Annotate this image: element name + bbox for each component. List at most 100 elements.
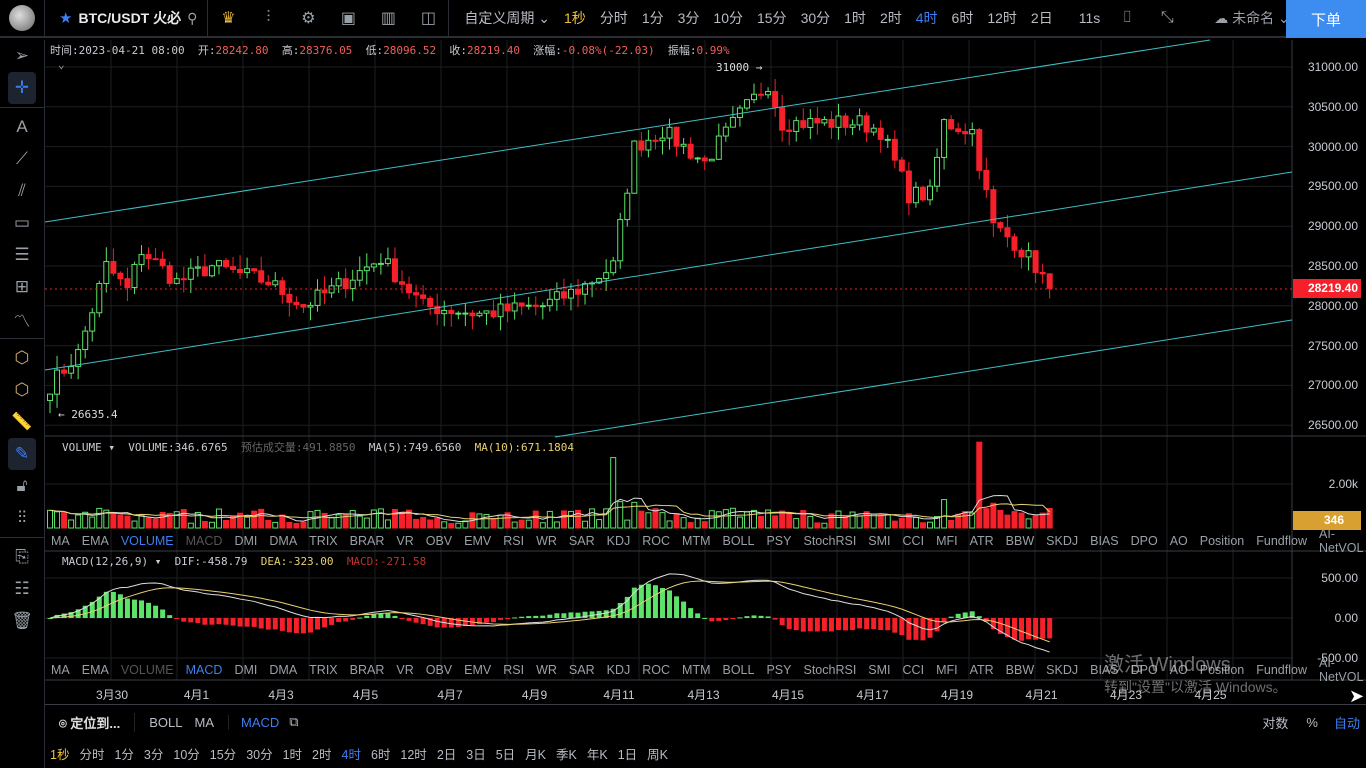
- indicator-tab-obv[interactable]: OBV: [420, 534, 458, 548]
- indicator-tab-ao[interactable]: AO: [1164, 663, 1194, 677]
- indicator-tab-vr[interactable]: VR: [390, 534, 419, 548]
- log-scale-button[interactable]: 对数: [1262, 713, 1306, 732]
- indicator-tab-dma[interactable]: DMA: [263, 534, 303, 548]
- bottom-period-15[interactable]: 月K: [520, 744, 551, 763]
- auto-scale-button[interactable]: 自动: [1334, 713, 1366, 732]
- bottom-period-3[interactable]: 3分: [139, 744, 168, 763]
- indicator-tab-trix[interactable]: TRIX: [303, 663, 343, 677]
- indicator-tab-skdj[interactable]: SKDJ: [1040, 663, 1084, 677]
- indicator-tab-sar[interactable]: SAR: [563, 663, 601, 677]
- indicator-tab-stochrsi[interactable]: StochRSI: [797, 663, 862, 677]
- bottom-period-17[interactable]: 年K: [582, 744, 613, 763]
- indicator-tab-ma[interactable]: MA: [45, 534, 76, 548]
- indicator-tab-position[interactable]: Position: [1194, 663, 1250, 677]
- indicator-tab-roc[interactable]: ROC: [636, 534, 676, 548]
- indicator-tab-bias[interactable]: BIAS: [1084, 663, 1125, 677]
- bottom-period-14[interactable]: 5日: [491, 744, 520, 763]
- bottom-period-12[interactable]: 2日: [432, 744, 461, 763]
- indicator-tab-dmi[interactable]: DMI: [228, 663, 263, 677]
- indicator-tab-bbw[interactable]: BBW: [1000, 534, 1040, 548]
- indicator-tab-smi[interactable]: SMI: [862, 663, 896, 677]
- indicator-tab-brar[interactable]: BRAR: [344, 534, 391, 548]
- indicator-tab-macd[interactable]: MACD: [180, 663, 229, 677]
- indicator-tab-fundflow[interactable]: Fundflow: [1250, 534, 1313, 548]
- indicator-tab-atr[interactable]: ATR: [964, 663, 1000, 677]
- indicator-tab-position[interactable]: Position: [1194, 534, 1250, 548]
- indicator-tab-brar[interactable]: BRAR: [344, 663, 391, 677]
- bottom-period-8[interactable]: 2时: [307, 744, 336, 763]
- bottom-period-0[interactable]: 1秒: [45, 744, 74, 763]
- bottom-period-16[interactable]: 季K: [551, 744, 582, 763]
- indicator-tab-ai-netvol[interactable]: AI-NetVOL: [1313, 656, 1366, 684]
- macd-dropdown[interactable]: MACD(12,26,9) ▾: [62, 555, 161, 568]
- candle: [377, 262, 384, 265]
- channel-middle[interactable]: [44, 171, 1293, 371]
- indicator-tab-cci[interactable]: CCI: [897, 534, 931, 548]
- indicator-tab-ema[interactable]: EMA: [76, 534, 115, 548]
- indicator-tab-volume[interactable]: VOLUME: [115, 663, 180, 677]
- candle: [856, 115, 863, 126]
- edit-icon[interactable]: ⧉: [279, 714, 298, 730]
- bottom-period-7[interactable]: 1时: [278, 744, 307, 763]
- indicator-tab-boll[interactable]: BOLL: [717, 534, 761, 548]
- indicator-tab-wr[interactable]: WR: [530, 663, 563, 677]
- indicator-tab-stochrsi[interactable]: StochRSI: [797, 534, 862, 548]
- indicator-tab-obv[interactable]: OBV: [420, 663, 458, 677]
- bottom-period-1[interactable]: 分时: [74, 744, 109, 763]
- study-ma[interactable]: MA: [183, 714, 230, 730]
- locate-button[interactable]: ⌾ 定位到...: [45, 712, 136, 732]
- volume-dropdown[interactable]: VOLUME ▾: [62, 441, 115, 454]
- chart-canvas[interactable]: [0, 0, 1366, 705]
- bottom-period-10[interactable]: 6时: [366, 744, 395, 763]
- study-boll[interactable]: BOLL: [135, 715, 182, 730]
- bottom-period-19[interactable]: 周K: [642, 744, 673, 763]
- indicator-tab-rsi[interactable]: RSI: [497, 663, 530, 677]
- indicator-tab-smi[interactable]: SMI: [862, 534, 896, 548]
- indicator-tab-mtm[interactable]: MTM: [676, 534, 716, 548]
- indicator-tab-ma[interactable]: MA: [45, 663, 76, 677]
- indicator-tab-trix[interactable]: TRIX: [303, 534, 343, 548]
- indicator-tab-ai-netvol[interactable]: AI-NetVOL: [1313, 527, 1366, 555]
- indicator-tab-psy[interactable]: PSY: [760, 663, 797, 677]
- bottom-period-11[interactable]: 12时: [395, 744, 431, 763]
- indicator-tab-volume[interactable]: VOLUME: [115, 534, 180, 548]
- indicator-tab-ema[interactable]: EMA: [76, 663, 115, 677]
- indicator-tab-dpo[interactable]: DPO: [1125, 534, 1164, 548]
- study-macd[interactable]: MACD: [229, 715, 279, 730]
- indicator-tab-skdj[interactable]: SKDJ: [1040, 534, 1084, 548]
- bottom-period-5[interactable]: 15分: [205, 744, 241, 763]
- indicator-tab-vr[interactable]: VR: [390, 663, 419, 677]
- indicator-tab-dmi[interactable]: DMI: [228, 534, 263, 548]
- bottom-period-18[interactable]: 1日: [613, 744, 642, 763]
- indicator-tab-mfi[interactable]: MFI: [930, 663, 964, 677]
- indicator-tab-cci[interactable]: CCI: [897, 663, 931, 677]
- indicator-tab-psy[interactable]: PSY: [760, 534, 797, 548]
- indicator-tab-mtm[interactable]: MTM: [676, 663, 716, 677]
- collapse-chevron[interactable]: ⌄: [58, 58, 65, 71]
- indicator-tab-sar[interactable]: SAR: [563, 534, 601, 548]
- channel-lower[interactable]: [554, 319, 1293, 438]
- indicator-tab-bias[interactable]: BIAS: [1084, 534, 1125, 548]
- indicator-tab-kdj[interactable]: KDJ: [601, 534, 637, 548]
- indicator-tab-kdj[interactable]: KDJ: [601, 663, 637, 677]
- indicator-tab-ao[interactable]: AO: [1164, 534, 1194, 548]
- percent-scale-button[interactable]: %: [1306, 715, 1334, 730]
- bottom-period-2[interactable]: 1分: [109, 744, 138, 763]
- bottom-period-13[interactable]: 3日: [461, 744, 490, 763]
- indicator-tab-emv[interactable]: EMV: [458, 663, 497, 677]
- indicator-tab-wr[interactable]: WR: [530, 534, 563, 548]
- indicator-tab-dpo[interactable]: DPO: [1125, 663, 1164, 677]
- indicator-tab-mfi[interactable]: MFI: [930, 534, 964, 548]
- indicator-tab-boll[interactable]: BOLL: [717, 663, 761, 677]
- indicator-tab-dma[interactable]: DMA: [263, 663, 303, 677]
- indicator-tab-roc[interactable]: ROC: [636, 663, 676, 677]
- indicator-tab-rsi[interactable]: RSI: [497, 534, 530, 548]
- indicator-tab-atr[interactable]: ATR: [964, 534, 1000, 548]
- bottom-period-4[interactable]: 10分: [168, 744, 204, 763]
- bottom-period-6[interactable]: 30分: [241, 744, 277, 763]
- bottom-period-9[interactable]: 4时: [337, 744, 366, 763]
- indicator-tab-emv[interactable]: EMV: [458, 534, 497, 548]
- indicator-tab-macd[interactable]: MACD: [180, 534, 229, 548]
- indicator-tab-bbw[interactable]: BBW: [1000, 663, 1040, 677]
- indicator-tab-fundflow[interactable]: Fundflow: [1250, 663, 1313, 677]
